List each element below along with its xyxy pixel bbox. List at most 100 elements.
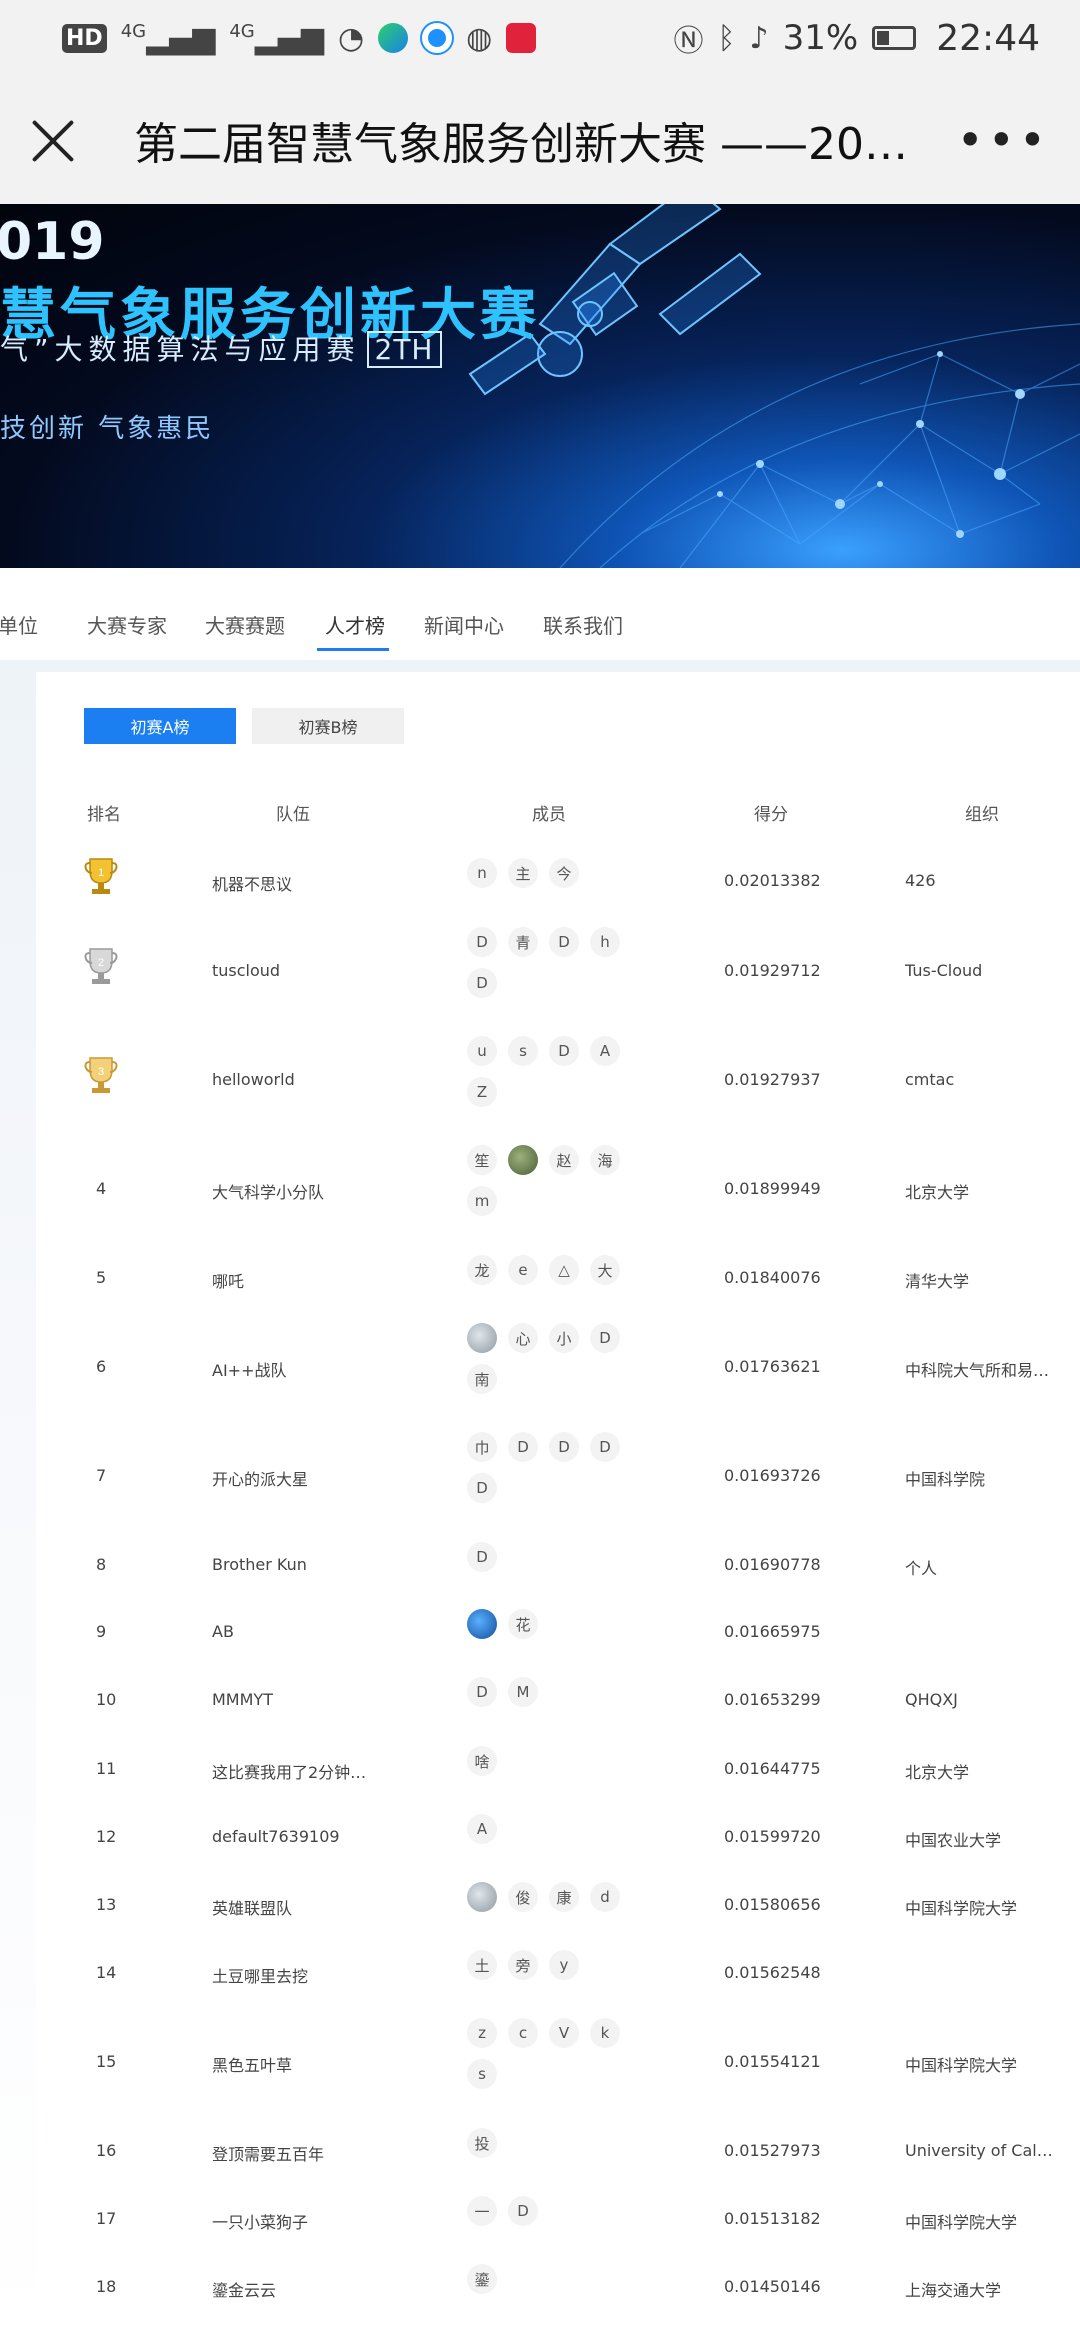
rank-number: 5 — [96, 1268, 107, 1287]
member-initial[interactable]: 青 — [508, 927, 538, 957]
member-initial[interactable]: 心 — [508, 1323, 538, 1353]
team-name[interactable]: AB — [212, 1622, 234, 1641]
member-initial[interactable]: u — [467, 1036, 497, 1066]
member-initial[interactable]: D — [467, 1677, 497, 1707]
team-name[interactable]: 黑色五叶草 — [212, 2052, 292, 2076]
tab-round-a[interactable]: 初赛A榜 — [84, 708, 236, 744]
member-initial[interactable]: 土 — [467, 1950, 497, 1980]
team-name[interactable]: 土豆哪里去挖 — [212, 1963, 308, 1987]
team-name[interactable]: 开心的派大星 — [212, 1466, 308, 1490]
banner-year: 019 — [0, 212, 105, 272]
member-initial[interactable]: D — [549, 1036, 579, 1066]
member-initial[interactable]: A — [467, 1814, 497, 1844]
rank-number: 15 — [96, 2052, 117, 2071]
member-initial[interactable]: D — [467, 1542, 497, 1572]
member-initial[interactable]: 俊 — [508, 1882, 538, 1912]
member-initial[interactable]: 啥 — [467, 1746, 497, 1776]
member-initial[interactable]: D — [467, 1473, 497, 1503]
member-initial[interactable]: D — [467, 927, 497, 957]
member-initial[interactable]: 小 — [549, 1323, 579, 1353]
member-initial[interactable]: 今 — [549, 858, 579, 888]
header-rank: 排名 — [87, 805, 121, 825]
nav-item-experts[interactable]: 大赛专家 — [87, 610, 167, 639]
member-initial[interactable]: M — [508, 1677, 538, 1707]
member-initial[interactable]: D — [590, 1323, 620, 1353]
member-initial[interactable]: d — [590, 1882, 620, 1912]
organization: 个人 — [905, 1559, 938, 1578]
nav-item-topics[interactable]: 大赛赛题 — [205, 610, 285, 639]
member-initial[interactable]: c — [508, 2018, 538, 2048]
member-initial[interactable]: 南 — [467, 1364, 497, 1394]
member-initial[interactable]: m — [467, 1186, 497, 1216]
member-initial[interactable]: 龙 — [467, 1255, 497, 1285]
member-initial[interactable]: V — [549, 2018, 579, 2048]
member-initial[interactable]: 花 — [508, 1609, 538, 1639]
globe-icon: ◍ — [466, 20, 493, 56]
member-initial[interactable]: n — [467, 858, 497, 888]
member-avatar[interactable] — [508, 1145, 538, 1175]
team-name[interactable]: MMMYT — [212, 1690, 273, 1709]
member-initial[interactable]: s — [508, 1036, 538, 1066]
team-name[interactable]: AI++战队 — [212, 1357, 286, 1381]
member-initial[interactable]: 鎏 — [467, 2264, 497, 2294]
member-initial[interactable]: 一 — [467, 2196, 497, 2226]
member-initial[interactable]: 海 — [590, 1145, 620, 1175]
member-initial[interactable]: D — [467, 968, 497, 998]
member-initial[interactable]: D — [508, 2196, 538, 2226]
member-initial[interactable]: D — [549, 1432, 579, 1462]
member-initial[interactable]: D — [549, 927, 579, 957]
member-avatar[interactable] — [467, 1323, 497, 1353]
member-initial[interactable]: s — [467, 2059, 497, 2089]
member-initial[interactable]: 巾 — [467, 1432, 497, 1462]
team-name[interactable]: 这比赛我用了2分钟… — [212, 1759, 366, 1783]
member-initial[interactable]: e — [508, 1255, 538, 1285]
banner-image: 019 慧气象服务创新大赛 气”大数据算法与应用赛 2TH 技创新 气象惠民 — [0, 204, 1080, 568]
organization: 北京大学 — [905, 1763, 970, 1782]
tab-round-b[interactable]: 初赛B榜 — [252, 708, 404, 744]
banner-subtitle-text: 气”大数据算法与应用赛 — [0, 333, 361, 366]
organization: 中科院大气所和易… — [905, 1361, 1050, 1380]
team-name[interactable]: 哪吒 — [212, 1268, 244, 1292]
member-initial[interactable]: A — [590, 1036, 620, 1066]
member-initial[interactable]: y — [549, 1950, 579, 1980]
svg-text:1: 1 — [98, 867, 104, 879]
nav-item-units[interactable]: 单位 — [0, 610, 38, 639]
close-icon[interactable] — [30, 117, 76, 163]
nav-item-news[interactable]: 新闻中心 — [424, 610, 504, 639]
team-name[interactable]: tuscloud — [212, 961, 280, 980]
more-icon[interactable]: ••• — [957, 113, 1050, 167]
hd-badge: HD — [62, 23, 107, 53]
member-initial[interactable]: 主 — [508, 858, 538, 888]
member-initial[interactable]: D — [508, 1432, 538, 1462]
member-initial[interactable]: 康 — [549, 1882, 579, 1912]
team-name[interactable]: 鎏金云云 — [212, 2277, 276, 2301]
team-name[interactable]: default7639109 — [212, 1827, 340, 1846]
nav-item-talent[interactable]: 人才榜 — [325, 610, 385, 639]
member-initial[interactable]: Z — [467, 1077, 497, 1107]
member-initial[interactable]: 笙 — [467, 1145, 497, 1175]
team-name[interactable]: 英雄联盟队 — [212, 1895, 292, 1919]
team-name[interactable]: 大气科学小分队 — [212, 1179, 324, 1203]
app-icon-browser — [422, 23, 453, 53]
member-initial[interactable]: 大 — [590, 1255, 620, 1285]
member-initial[interactable]: h — [590, 927, 620, 957]
member-initial[interactable]: 赵 — [549, 1145, 579, 1175]
member-initial[interactable]: 投 — [467, 2128, 497, 2158]
member-initial[interactable]: z — [467, 2018, 497, 2048]
score-value: 0.01653299 — [724, 1690, 821, 1709]
team-name[interactable]: Brother Kun — [212, 1555, 307, 1574]
member-initial[interactable]: k — [590, 2018, 620, 2048]
member-avatar[interactable] — [467, 1882, 497, 1912]
team-name[interactable]: 登顶需要五百年 — [212, 2141, 324, 2165]
member-avatar[interactable] — [467, 1609, 497, 1639]
team-name[interactable]: 一只小菜狗子 — [212, 2209, 308, 2233]
organization: 426 — [905, 871, 936, 890]
member-initial[interactable]: 旁 — [508, 1950, 538, 1980]
nav-item-contact[interactable]: 联系我们 — [543, 610, 623, 639]
member-initial[interactable]: D — [590, 1432, 620, 1462]
team-name[interactable]: 机器不思议 — [212, 871, 292, 895]
member-initial[interactable]: △ — [549, 1255, 579, 1285]
nfc-icon: Ⓝ — [673, 24, 704, 59]
score-value: 0.02013382 — [724, 871, 821, 890]
team-name[interactable]: helloworld — [212, 1070, 295, 1089]
